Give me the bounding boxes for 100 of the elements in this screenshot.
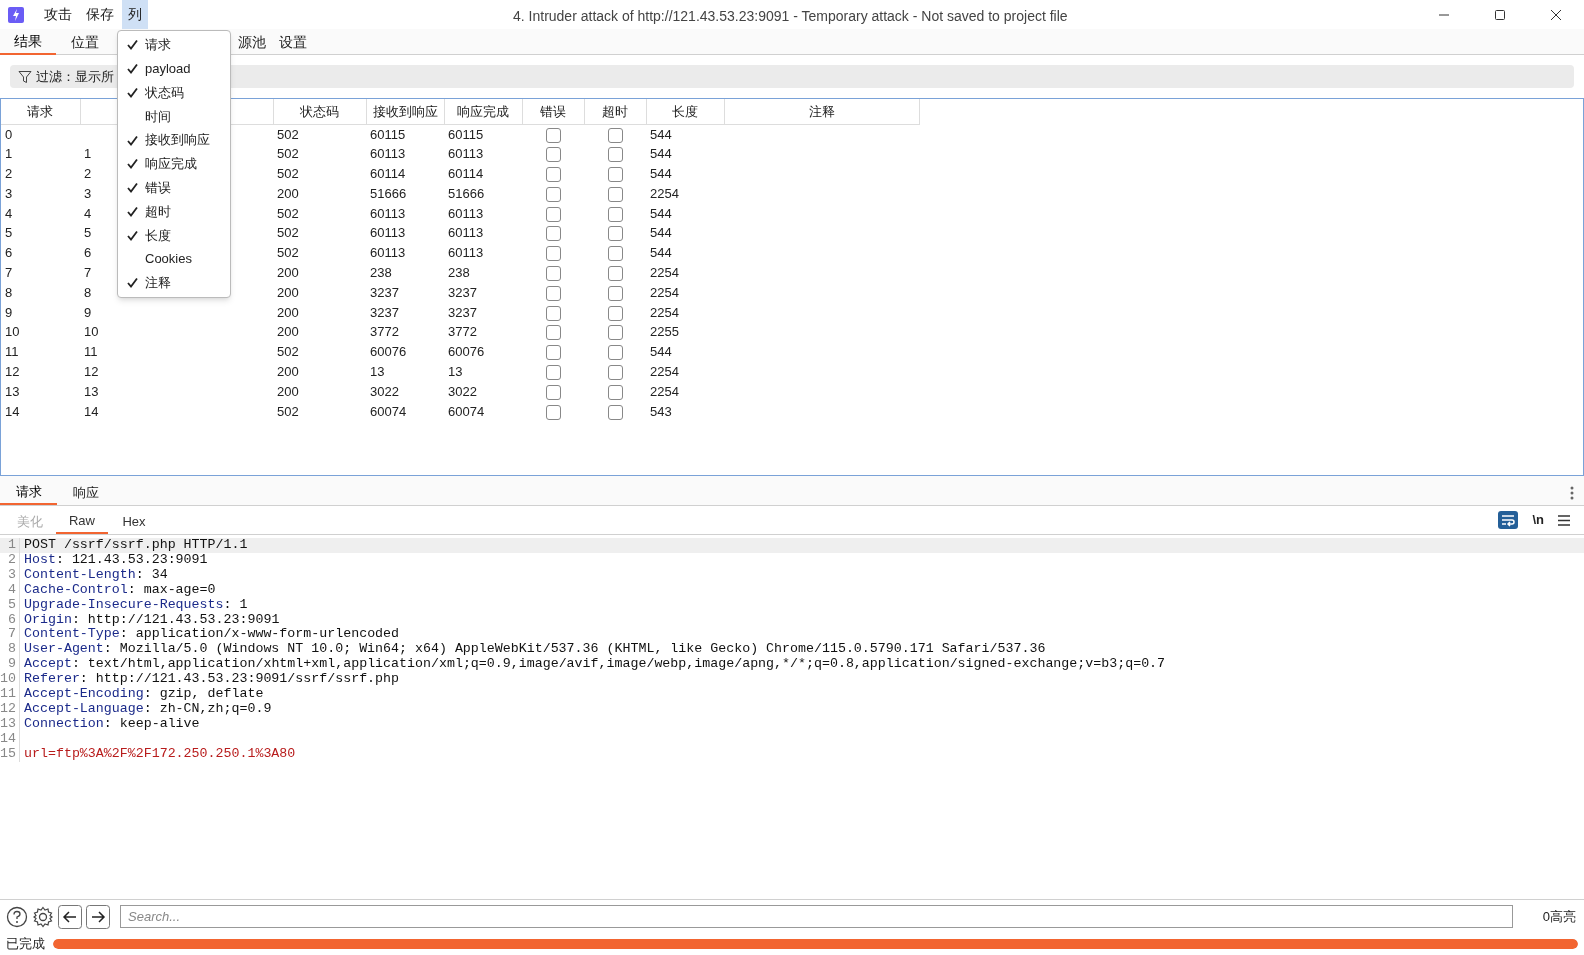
header-line: Upgrade-Insecure-Requests: 1 <box>24 597 248 613</box>
table-cell: 12 <box>5 363 20 379</box>
table-cell: 60113 <box>370 146 406 162</box>
table-cell: 502 <box>277 225 299 241</box>
table-cell: 5 <box>84 225 92 241</box>
table-cell: 3772 <box>370 324 399 340</box>
table-cell: 6 <box>5 245 13 261</box>
table-cell: 12 <box>84 363 99 379</box>
table-cell: 544 <box>650 205 672 221</box>
table-cell: 60114 <box>448 165 484 181</box>
table-cell: 14 <box>5 403 20 419</box>
table-cell: 8 <box>5 284 13 300</box>
line-number: 10 <box>0 672 20 688</box>
table-cell: 200 <box>277 264 299 280</box>
table-cell: 11 <box>84 344 98 360</box>
table-cell: 200 <box>277 284 299 300</box>
table-cell: 3022 <box>448 383 477 399</box>
line-number: 5 <box>0 597 20 613</box>
line-number: 3 <box>0 567 20 583</box>
line-number: 12 <box>0 701 20 717</box>
table-cell: 3237 <box>448 284 477 300</box>
table-cell: 502 <box>277 126 299 142</box>
table-cell: 2254 <box>650 304 679 320</box>
table-cell: 60115 <box>370 126 406 142</box>
table-cell: 200 <box>277 185 299 201</box>
header-line: Origin: http://121.43.53.23:9091 <box>24 612 280 628</box>
table-cell: 3022 <box>370 383 399 399</box>
line-number: 6 <box>0 612 20 628</box>
table-cell: 60113 <box>370 205 406 221</box>
table-cell: 502 <box>277 403 299 419</box>
table-cell: 10 <box>84 324 99 340</box>
table-cell: 60113 <box>448 225 484 241</box>
table-cell: 6 <box>84 245 92 261</box>
line-number: 2 <box>0 552 20 568</box>
table-cell: 502 <box>277 344 299 360</box>
table-cell: 238 <box>448 264 470 280</box>
table-cell: 502 <box>277 146 299 162</box>
table-cell: 543 <box>650 403 672 419</box>
table-cell: 0 <box>5 126 13 142</box>
table-cell: 544 <box>650 146 672 162</box>
table-cell: 60113 <box>448 205 484 221</box>
line-number: 15 <box>0 746 20 762</box>
header-line: User-Agent: Mozilla/5.0 (Windows NT 10.0; Win64; x64) AppleWebKit/537.36 (KHTML, like Gecko) Chrome/115.0.5790.171 Safari/537.36 <box>24 642 1046 658</box>
table-cell: 13 <box>370 363 385 379</box>
table-cell: 60113 <box>448 245 484 261</box>
table-cell: 60115 <box>448 126 484 142</box>
line-number: 1 <box>0 538 20 553</box>
table-cell: 200 <box>277 304 299 320</box>
table-cell: 60074 <box>448 403 485 419</box>
table-cell: 200 <box>277 363 299 379</box>
table-cell: 544 <box>650 165 672 181</box>
line-number: 4 <box>0 582 20 598</box>
table-cell: 60114 <box>370 165 406 181</box>
table-cell: 60076 <box>448 344 485 360</box>
table-cell: 544 <box>650 245 672 261</box>
body-line: url=ftp%3A%2F%2F172.250.250.1%3A80 <box>24 746 296 762</box>
request-line: POST /ssrf/ssrf.php HTTP/1.1 <box>24 538 248 553</box>
line-number: 9 <box>0 657 20 673</box>
table-cell: 544 <box>650 344 672 360</box>
table-cell: 3237 <box>370 284 399 300</box>
table-cell: 502 <box>277 205 299 221</box>
table-cell: 544 <box>650 225 672 241</box>
table-cell: 502 <box>277 165 299 181</box>
table-cell: 13 <box>84 383 99 399</box>
filter-label: 过滤：显示所 <box>36 67 114 86</box>
table-cell: 1 <box>84 146 92 162</box>
table-cell: 3 <box>5 185 13 201</box>
table-cell: 5 <box>5 225 13 241</box>
table-cell: 60113 <box>370 225 406 241</box>
table-cell: 13 <box>5 383 20 399</box>
status-label: 已完成 <box>6 935 45 954</box>
table-cell: 60113 <box>370 245 406 261</box>
table-cell: 3237 <box>370 304 399 320</box>
line-number: 14 <box>0 731 20 747</box>
table-cell: 3 <box>84 185 92 201</box>
table-cell: 10 <box>5 324 20 340</box>
table-cell: 200 <box>277 383 299 399</box>
table-cell: 2254 <box>650 264 679 280</box>
table-cell: 8 <box>84 284 92 300</box>
table-cell: 200 <box>277 324 299 340</box>
table-cell: 3772 <box>448 324 477 340</box>
header-line: Accept: text/html,application/xhtml+xml,application/xml;q=0.9,image/avif,image/webp,image/apng,*/*;q=0.8,application/signed-exchange;v=b3;q=0.7 <box>24 657 1166 673</box>
table-cell: 2254 <box>650 284 679 300</box>
table-cell: 60076 <box>370 344 407 360</box>
line-number: 8 <box>0 642 20 658</box>
header-line: Connection: keep-alive <box>24 716 200 732</box>
table-cell: 2 <box>84 165 92 181</box>
table-cell: 544 <box>650 126 672 142</box>
table-cell: 502 <box>277 245 299 261</box>
line-number: 11 <box>0 687 20 702</box>
line-number: 13 <box>0 716 20 732</box>
highlight-count: 0高亮 <box>1542 907 1576 926</box>
table-cell: 51666 <box>448 185 485 201</box>
table-cell: 11 <box>5 344 19 360</box>
table-cell: 7 <box>84 264 92 280</box>
table-cell: 9 <box>5 304 13 320</box>
table-cell: 14 <box>84 403 99 419</box>
table-cell: 13 <box>448 363 463 379</box>
line-number: 7 <box>0 627 20 643</box>
table-cell: 9 <box>84 304 92 320</box>
